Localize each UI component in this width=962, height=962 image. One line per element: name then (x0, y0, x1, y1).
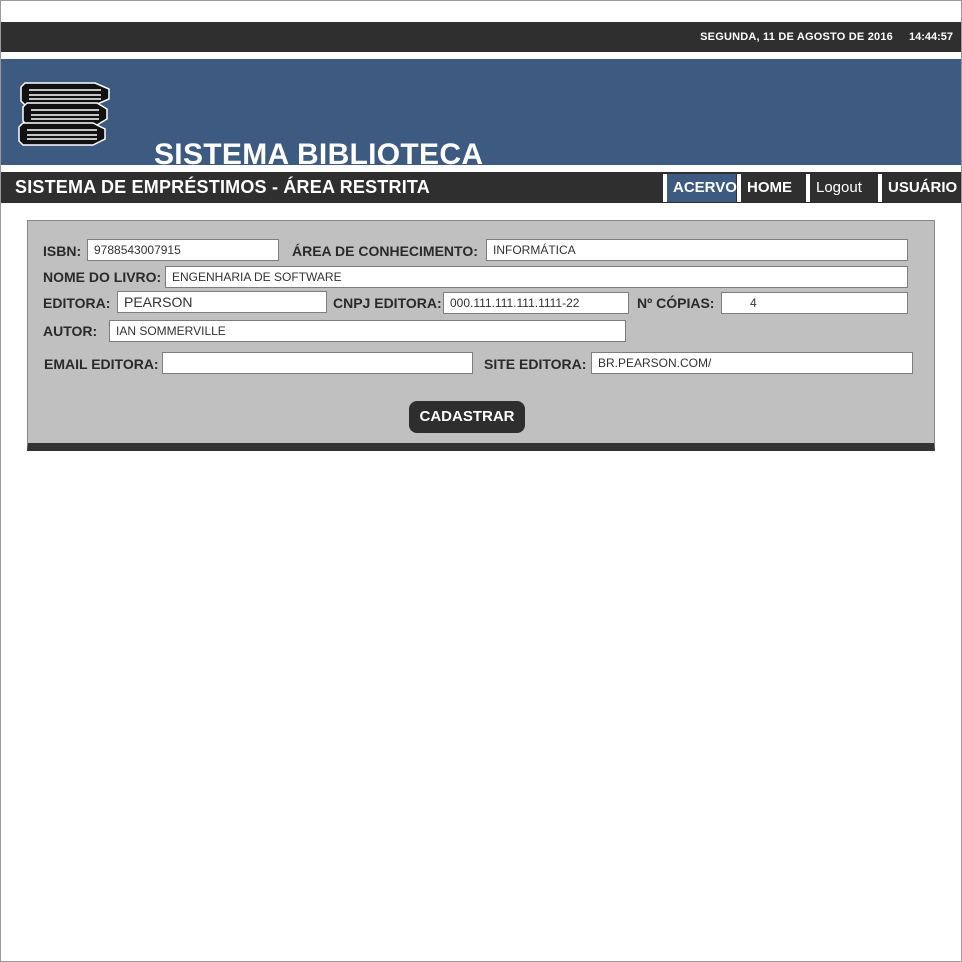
cnpj-label: CNPJ EDITORA: (333, 295, 442, 311)
date-bar: SEGUNDA, 11 DE AGOSTO DE 2016 14:44:57 (1, 22, 961, 52)
nav-item-acervo[interactable]: ACERVO (663, 174, 737, 202)
section-title: SISTEMA DE EMPRÉSTIMOS - ÁREA RESTRITA (15, 177, 430, 197)
editora-field[interactable]: PEARSON (117, 291, 327, 313)
nome-label: NOME DO LIVRO: (43, 269, 162, 285)
nav-item-usuario[interactable]: USUÁRIO (878, 174, 961, 202)
current-time: 14:44:57 (908, 31, 953, 43)
copias-field[interactable]: 4 (721, 292, 908, 314)
book-form-panel: ISBN: 9788543007915 ÁREA DE CONHECIMENTO… (27, 220, 935, 451)
nav-item-logout[interactable]: Logout (806, 174, 878, 202)
autor-label: AUTOR: (43, 323, 98, 339)
email-field[interactable] (162, 352, 473, 374)
cadastrar-button[interactable]: CADASTRAR (409, 401, 525, 433)
site-label: SITE EDITORA: (484, 356, 587, 372)
site-banner: SISTEMA BIBLIOTECA (1, 59, 961, 171)
nav-item-home[interactable]: HOME (737, 174, 805, 202)
copias-label: Nº CÓPIAS: (637, 295, 715, 311)
nome-field[interactable]: ENGENHARIA DE SOFTWARE (165, 266, 908, 288)
cnpj-field[interactable]: 000.111.111.111.1111-22 (443, 292, 629, 314)
site-title: SISTEMA BIBLIOTECA (154, 138, 484, 171)
isbn-field[interactable]: 9788543007915 (87, 239, 279, 261)
editora-label: EDITORA: (43, 295, 111, 311)
nav-bar: SISTEMA DE EMPRÉSTIMOS - ÁREA RESTRITA A… (1, 172, 961, 203)
email-label: EMAIL EDITORA: (44, 356, 159, 372)
books-stack-icon (18, 82, 110, 146)
area-label: ÁREA DE CONHECIMENTO: (292, 243, 478, 259)
autor-field[interactable]: IAN SOMMERVILLE (109, 320, 626, 342)
current-date: SEGUNDA, 11 DE AGOSTO DE 2016 (700, 31, 893, 43)
isbn-label: ISBN: (43, 243, 82, 259)
area-field[interactable]: INFORMÁTICA (486, 239, 908, 261)
site-field[interactable]: BR.PEARSON.COM/ (591, 352, 913, 374)
